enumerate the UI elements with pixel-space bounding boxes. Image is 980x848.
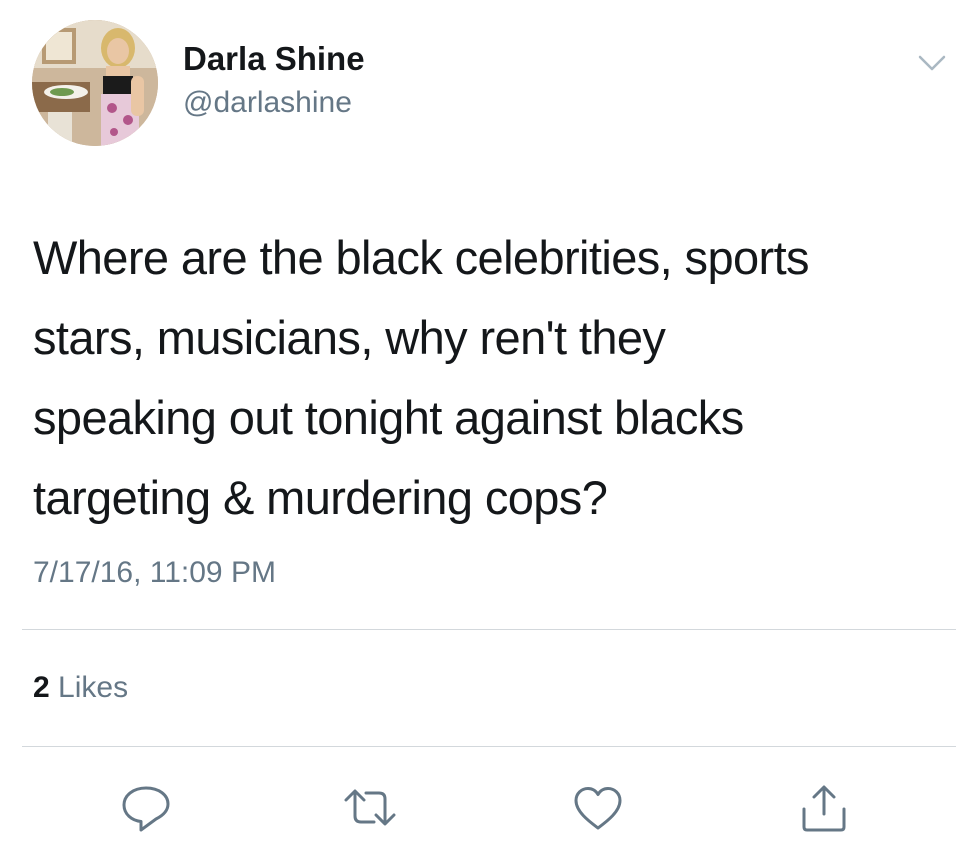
retweet-button[interactable] — [338, 778, 402, 838]
likes-count-link[interactable]: 2 Likes — [33, 671, 128, 705]
retweet-icon — [344, 789, 396, 826]
tweet-timestamp[interactable]: 7/17/16, 11:09 PM — [33, 556, 276, 590]
like-button[interactable] — [566, 778, 630, 838]
avatar-photo — [32, 20, 158, 146]
more-options-chevron-down-icon[interactable] — [912, 48, 952, 78]
display-name[interactable]: Darla Shine — [183, 40, 365, 78]
avatar[interactable] — [32, 20, 158, 146]
divider — [22, 746, 956, 747]
share-icon — [802, 785, 846, 832]
heart-icon — [574, 787, 622, 830]
share-button[interactable] — [792, 778, 856, 838]
tweet-text: Where are the black celebrities, sports … — [33, 231, 810, 524]
reply-icon — [122, 786, 170, 832]
user-handle[interactable]: @darlashine — [183, 86, 352, 120]
reply-button[interactable] — [114, 778, 178, 838]
divider — [22, 629, 956, 630]
likes-label: Likes — [58, 671, 129, 704]
likes-count: 2 — [33, 671, 50, 704]
